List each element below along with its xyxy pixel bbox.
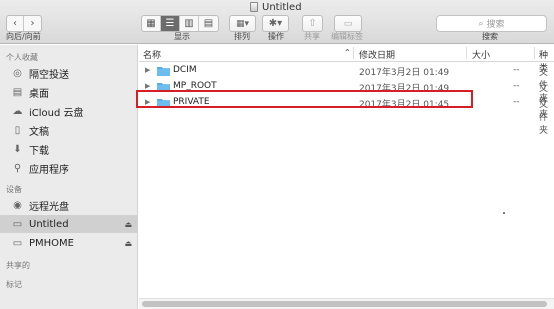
file-size: --: [513, 97, 520, 107]
airdrop-icon: ◎: [13, 67, 22, 79]
eject-icon[interactable]: ⏏: [124, 220, 132, 229]
drive-icon: ▭: [12, 218, 23, 230]
chevron-left-icon: ‹: [13, 18, 17, 29]
desktop-icon: ▤: [12, 86, 23, 98]
search-placeholder: 搜索: [486, 20, 505, 30]
arrange-icon: ▦▾: [235, 18, 250, 29]
action-label: 操作: [268, 32, 284, 41]
documents-icon: ▯: [14, 124, 21, 136]
search-icon: ⌕: [478, 18, 484, 29]
horizontal-scrollbar[interactable]: [139, 298, 554, 309]
sidebar-item-icloud[interactable]: ☁ iCloud 云盘: [0, 102, 138, 120]
edit-tags-button[interactable]: ▭: [334, 15, 362, 32]
gear-icon: ✱▾: [268, 18, 283, 29]
sidebar-item-label: 隔空投送: [29, 69, 69, 81]
back-button[interactable]: ‹: [7, 16, 24, 31]
sidebar-item-desktop[interactable]: ▤ 桌面: [0, 83, 138, 101]
sidebar-item-pmhome[interactable]: ▭ PMHOME ⏏: [0, 234, 138, 252]
shared-header: 共享的: [6, 261, 30, 270]
applications-icon: ⚲: [13, 162, 22, 174]
view-mode-control: ▦ ☰ ▥ ▤: [141, 15, 219, 32]
view-label: 显示: [174, 32, 190, 41]
column-view-button[interactable]: ▥: [180, 16, 199, 31]
drive-icon: [250, 2, 258, 12]
downloads-icon: ⬇: [13, 143, 22, 155]
sidebar-item-remote-disc[interactable]: ◉ 远程光盘: [0, 196, 138, 214]
grid-icon: ▦: [146, 18, 156, 29]
column-divider[interactable]: [353, 47, 354, 59]
window-title-text: Untitled: [262, 1, 302, 13]
sidebar-item-label: Untitled: [29, 218, 69, 230]
disclosure-triangle-icon[interactable]: ▶: [145, 82, 150, 90]
nav-label: 向后/向前: [6, 32, 41, 41]
column-divider[interactable]: [466, 47, 467, 59]
folder-icon: [157, 67, 170, 76]
remote-disc-icon: ◉: [13, 199, 22, 211]
search-label: 搜索: [482, 32, 498, 41]
coverflow-icon: ▤: [203, 18, 214, 29]
sidebar-item-label: 桌面: [29, 88, 49, 100]
tags-header: 标记: [6, 280, 22, 289]
list-icon: ☰: [165, 18, 175, 29]
gallery-view-button[interactable]: ▤: [199, 16, 218, 31]
sidebar-item-downloads[interactable]: ⬇ 下载: [0, 140, 138, 158]
share-icon: ⇧: [308, 18, 317, 29]
icon-view-button[interactable]: ▦: [142, 16, 161, 31]
file-name: DCIM: [173, 65, 197, 75]
arrange-label: 排列: [234, 32, 250, 41]
toolbar: Untitled ‹ › 向后/向前 ▦ ☰ ▥ ▤ 显示 ▦▾ 排列 ✱▾ 操…: [0, 0, 554, 44]
window-title: Untitled: [250, 1, 302, 13]
highlight-box: [136, 90, 473, 108]
action-button[interactable]: ✱▾: [262, 15, 289, 32]
sidebar-item-untitled[interactable]: ▭ Untitled ⏏: [0, 215, 138, 233]
file-date: 2017年3月2日 01:49: [359, 68, 450, 78]
file-size: --: [513, 81, 520, 91]
drive-icon: ▭: [12, 237, 23, 249]
column-date-header[interactable]: 修改日期: [359, 48, 395, 61]
edit-tags-label: 编辑标签: [331, 32, 363, 41]
list-item[interactable]: ▶ DCIM 2017年3月2日 01:49 -- 文件夹: [139, 63, 554, 104]
sidebar-item-label: 文稿: [29, 126, 49, 138]
file-kind: 文件夹: [539, 100, 549, 136]
scrollbar-thumb[interactable]: [142, 301, 547, 307]
sidebar-item-label: 远程光盘: [29, 201, 69, 213]
columns-icon: ▥: [184, 18, 194, 29]
search-input[interactable]: ⌕ 搜索: [436, 15, 547, 32]
sidebar-item-label: iCloud 云盘: [29, 107, 84, 119]
column-size-header[interactable]: 大小: [472, 48, 490, 61]
devices-header: 设备: [6, 185, 22, 194]
sort-indicator-icon: ⌃: [344, 48, 351, 57]
sidebar-item-applications[interactable]: ⚲ 应用程序: [0, 159, 138, 177]
sidebar-item-documents[interactable]: ▯ 文稿: [0, 121, 138, 139]
favorites-header: 个人收藏: [6, 53, 38, 62]
back-forward-control: ‹ ›: [6, 15, 42, 32]
sidebar-item-label: PMHOME: [29, 237, 74, 249]
sidebar: 个人收藏 ◎ 隔空投送 ▤ 桌面 ☁ iCloud 云盘 ▯ 文稿 ⬇ 下载 ⚲…: [0, 45, 138, 309]
list-view-button[interactable]: ☰: [161, 16, 180, 31]
sidebar-item-airdrop[interactable]: ◎ 隔空投送: [0, 64, 138, 82]
share-label: 共享: [304, 32, 320, 41]
stray-dot: [503, 212, 505, 214]
file-size: --: [513, 65, 520, 75]
eject-icon[interactable]: ⏏: [124, 239, 132, 248]
column-name-header[interactable]: 名称: [143, 48, 161, 61]
forward-button[interactable]: ›: [24, 16, 41, 31]
disclosure-triangle-icon[interactable]: ▶: [145, 66, 150, 74]
share-button[interactable]: ⇧: [302, 15, 323, 32]
chevron-right-icon: ›: [30, 18, 35, 29]
sidebar-item-label: 应用程序: [29, 164, 69, 176]
sidebar-item-label: 下载: [29, 145, 49, 157]
cloud-icon: ☁: [12, 105, 23, 117]
tag-icon: ▭: [343, 18, 353, 29]
list-header: 名称 ⌃ 修改日期 大小 种类: [139, 45, 554, 74]
arrange-button[interactable]: ▦▾: [229, 15, 256, 32]
column-divider[interactable]: [534, 47, 535, 59]
